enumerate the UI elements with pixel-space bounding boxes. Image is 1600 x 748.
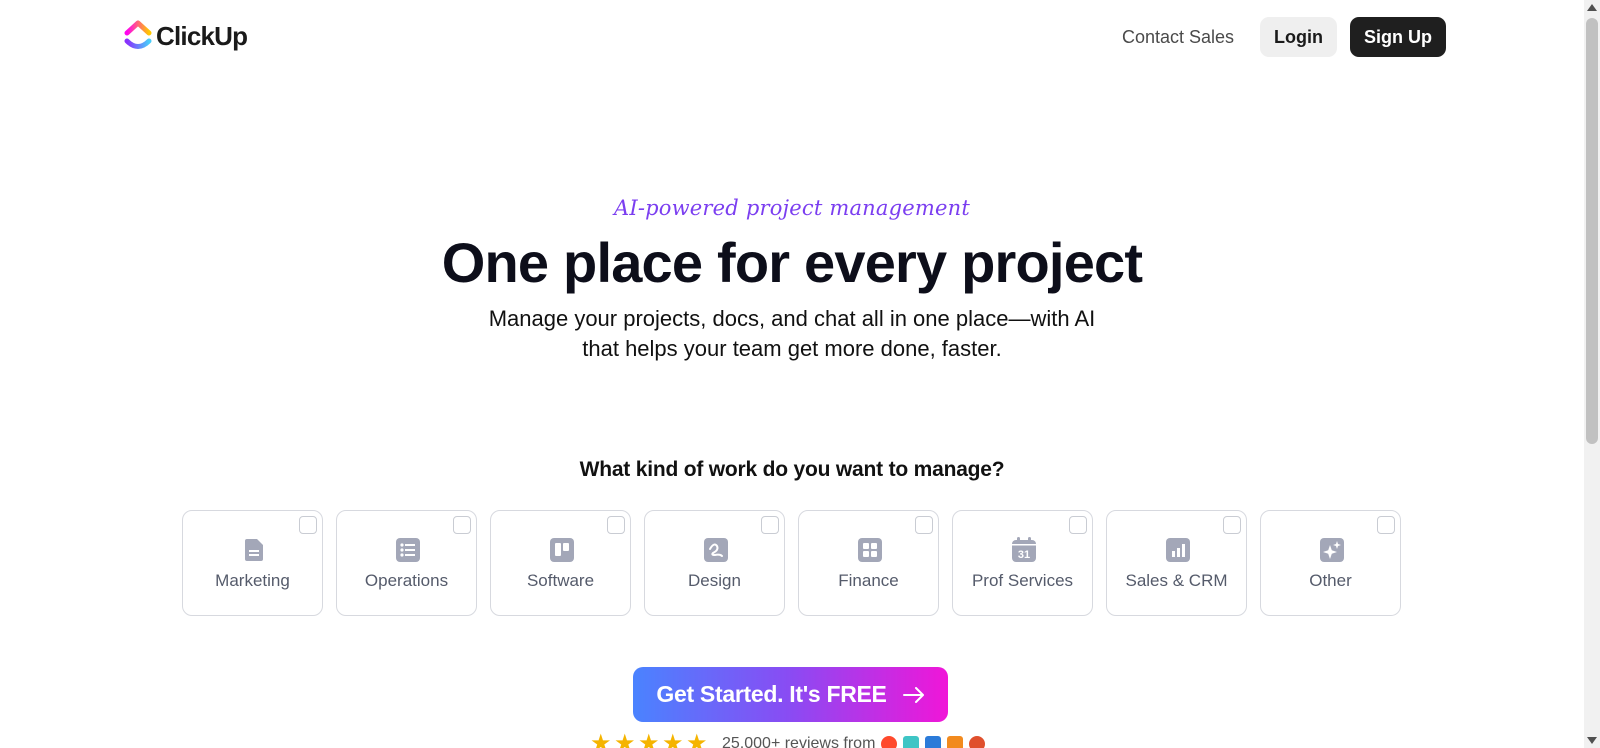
- board-icon: [550, 538, 574, 562]
- hero-subtitle: Manage your projects, docs, and chat all…: [0, 304, 1584, 364]
- hero-title: One place for every project: [441, 231, 1143, 294]
- category-label: Software: [526, 571, 595, 590]
- header-nav: Contact Sales Login Sign Up: [1122, 17, 1446, 57]
- arrow-right-icon: [902, 686, 924, 703]
- page-scrollbar[interactable]: [1584, 0, 1600, 748]
- category-card-operations[interactable]: Operations: [336, 510, 477, 616]
- star-icon: ★: [638, 730, 660, 748]
- grid-icon: [858, 538, 882, 562]
- g2-logo-icon: [881, 736, 898, 748]
- scroll-up-arrow-icon[interactable]: [1587, 4, 1597, 11]
- reviews-text: 25,000+ reviews from: [722, 735, 876, 748]
- category-label: Prof Services: [971, 571, 1074, 590]
- work-type-options: Marketing Operations Software Design Fin…: [182, 510, 1401, 616]
- capterra-logo-icon: [903, 736, 920, 748]
- category-label: Sales & CRM: [1125, 571, 1228, 590]
- category-card-prof-services[interactable]: 31 Prof Services: [952, 510, 1093, 616]
- hero-subtitle-line-1: Manage your projects, docs, and chat all…: [488, 306, 1096, 331]
- category-card-design[interactable]: Design: [644, 510, 785, 616]
- half-star-icon: ★: [686, 730, 708, 748]
- logo-text: ClickUp: [156, 20, 248, 51]
- category-checkbox[interactable]: [299, 516, 317, 534]
- category-checkbox[interactable]: [1377, 516, 1395, 534]
- scrollbar-thumb[interactable]: [1586, 18, 1598, 444]
- getapp-logo-icon: [925, 736, 942, 748]
- producthunt-logo-icon: [969, 736, 986, 748]
- category-checkbox[interactable]: [761, 516, 779, 534]
- list-icon: [396, 538, 420, 562]
- hero-tagline: AI-powered project management: [613, 196, 971, 220]
- category-checkbox[interactable]: [607, 516, 625, 534]
- sparkle-icon: [1320, 538, 1344, 562]
- get-started-label: Get Started. It's FREE: [656, 681, 887, 707]
- scroll-down-arrow-icon[interactable]: [1587, 737, 1597, 744]
- category-checkbox[interactable]: [1223, 516, 1241, 534]
- work-type-question: What kind of work do you want to manage?: [579, 458, 1005, 481]
- calendar-icon: 31: [1012, 537, 1036, 562]
- clickup-logo-icon: [124, 20, 152, 49]
- category-label: Design: [688, 571, 741, 590]
- star-icon: ★: [590, 730, 612, 748]
- category-card-finance[interactable]: Finance: [798, 510, 939, 616]
- clickup-logo[interactable]: ClickUp: [124, 20, 248, 52]
- contact-sales-link[interactable]: Contact Sales: [1122, 27, 1234, 48]
- calendar-icon-text: 31: [1018, 549, 1030, 561]
- category-label: Finance: [838, 571, 899, 590]
- squiggle-icon: [704, 538, 728, 562]
- category-label: Operations: [364, 571, 449, 590]
- category-checkbox[interactable]: [453, 516, 471, 534]
- star-icon: ★: [614, 730, 636, 748]
- category-label: Other: [1309, 571, 1352, 590]
- signup-button[interactable]: Sign Up: [1350, 17, 1446, 57]
- get-started-button[interactable]: Get Started. It's FREE: [633, 667, 948, 722]
- hero-subtitle-line-2: that helps your team get more done, fast…: [582, 336, 1002, 361]
- softwareadvice-logo-icon: [947, 736, 964, 748]
- category-card-other[interactable]: Other: [1260, 510, 1401, 616]
- bar-chart-icon: [1166, 538, 1190, 562]
- document-icon: [245, 539, 263, 561]
- category-label: Marketing: [215, 571, 290, 590]
- rating-stars: ★ ★ ★ ★ ★: [590, 730, 708, 748]
- category-checkbox[interactable]: [915, 516, 933, 534]
- star-icon: ★: [662, 730, 684, 748]
- site-header: ClickUp Contact Sales Login Sign Up: [0, 0, 1584, 76]
- category-card-software[interactable]: Software: [490, 510, 631, 616]
- reviews-strip: ★ ★ ★ ★ ★ 25,000+ reviews from: [590, 730, 986, 748]
- category-checkbox[interactable]: [1069, 516, 1087, 534]
- category-card-marketing[interactable]: Marketing: [182, 510, 323, 616]
- category-card-sales-crm[interactable]: Sales & CRM: [1106, 510, 1247, 616]
- login-button[interactable]: Login: [1260, 17, 1337, 57]
